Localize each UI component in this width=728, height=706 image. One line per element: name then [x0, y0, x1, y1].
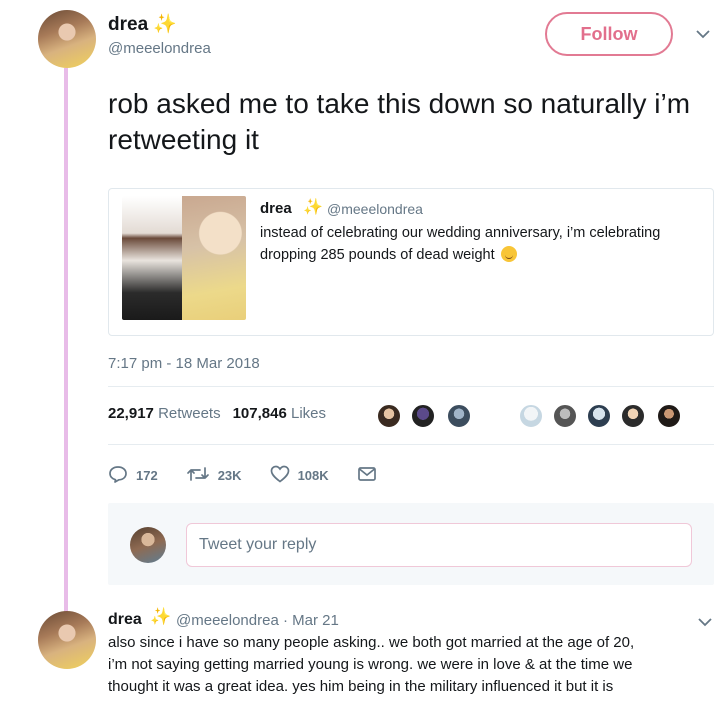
reply-count: 172 — [136, 468, 158, 483]
divider — [108, 444, 714, 445]
like-count: 108K — [297, 468, 329, 483]
heart-icon — [270, 465, 290, 486]
author-name-text: drea — [108, 14, 149, 35]
sparkle-icon: ✨ — [153, 14, 178, 35]
direct-message-action[interactable] — [357, 466, 377, 485]
divider — [108, 386, 714, 387]
retweet-icon — [186, 465, 210, 486]
likes-stat[interactable]: 107,846 Likes — [233, 405, 326, 422]
tweet-actions: 172 23K 108K — [108, 465, 405, 486]
tweet-stats: 22,917 Retweets 107,846 Likes — [108, 405, 326, 422]
liker-avatar[interactable] — [656, 403, 682, 429]
sparkle-icon: ✨ — [303, 199, 323, 216]
liker-avatar[interactable] — [446, 403, 472, 429]
thread-line — [64, 68, 68, 628]
reply-input[interactable] — [186, 523, 692, 567]
quoted-image-right-half — [182, 196, 246, 320]
liker-avatar[interactable] — [410, 403, 436, 429]
author-handle[interactable]: @meeelondrea — [108, 40, 211, 57]
retweets-stat[interactable]: 22,917 Retweets — [108, 405, 221, 422]
current-user-avatar — [130, 527, 166, 563]
liker-avatar[interactable] — [518, 403, 544, 429]
retweet-count: 23K — [217, 468, 242, 483]
chevron-down-icon[interactable] — [698, 614, 712, 630]
liker-avatar[interactable] — [620, 403, 646, 429]
chevron-down-icon[interactable] — [696, 26, 710, 42]
liker-avatar[interactable] — [552, 403, 578, 429]
quoted-author-handle: @meeelondrea — [327, 201, 423, 217]
quoted-author-name: drea — [260, 200, 292, 217]
sparkle-icon: ✨ — [150, 607, 172, 626]
likes-label: Likes — [291, 405, 327, 422]
reply-action[interactable]: 172 — [108, 465, 158, 486]
reply-text-line: also since i have so many people asking.… — [108, 634, 635, 651]
relieved-face-emoji-icon — [500, 246, 517, 262]
reply-text-line: i’m not saying getting married young is … — [108, 656, 633, 673]
quoted-tweet-text-content: instead of celebrating our wedding anniv… — [260, 225, 661, 263]
envelope-icon — [357, 466, 377, 485]
author-avatar[interactable] — [38, 10, 96, 68]
liker-avatar[interactable] — [376, 403, 402, 429]
retweets-count: 22,917 — [108, 405, 154, 422]
tweet-text: rob asked me to take this down so natura… — [108, 88, 691, 155]
author-name[interactable]: drea ✨ — [108, 12, 177, 36]
follow-button[interactable]: Follow — [545, 12, 673, 56]
reply-icon — [108, 465, 128, 486]
quoted-tweet-image[interactable] — [122, 196, 246, 320]
quoted-tweet-text: instead of celebrating our wedding anniv… — [260, 222, 700, 266]
quoted-image-left-half — [122, 196, 182, 320]
reply-author-avatar[interactable] — [38, 611, 96, 669]
reply-text: also since i have so many people asking.… — [108, 632, 718, 698]
retweets-label: Retweets — [158, 405, 221, 422]
reply-text-line: thought it was a great idea. yes him bei… — [108, 678, 614, 695]
like-action[interactable]: 108K — [270, 465, 329, 486]
liker-avatar[interactable] — [586, 403, 612, 429]
retweet-action[interactable]: 23K — [186, 465, 242, 486]
likes-count: 107,846 — [232, 405, 287, 422]
tweet-timestamp[interactable]: 7:17 pm - 18 Mar 2018 — [108, 355, 260, 372]
reply-author-name[interactable]: drea — [108, 611, 142, 629]
reply-meta[interactable]: @meeelondrea · Mar 21 — [176, 612, 339, 629]
